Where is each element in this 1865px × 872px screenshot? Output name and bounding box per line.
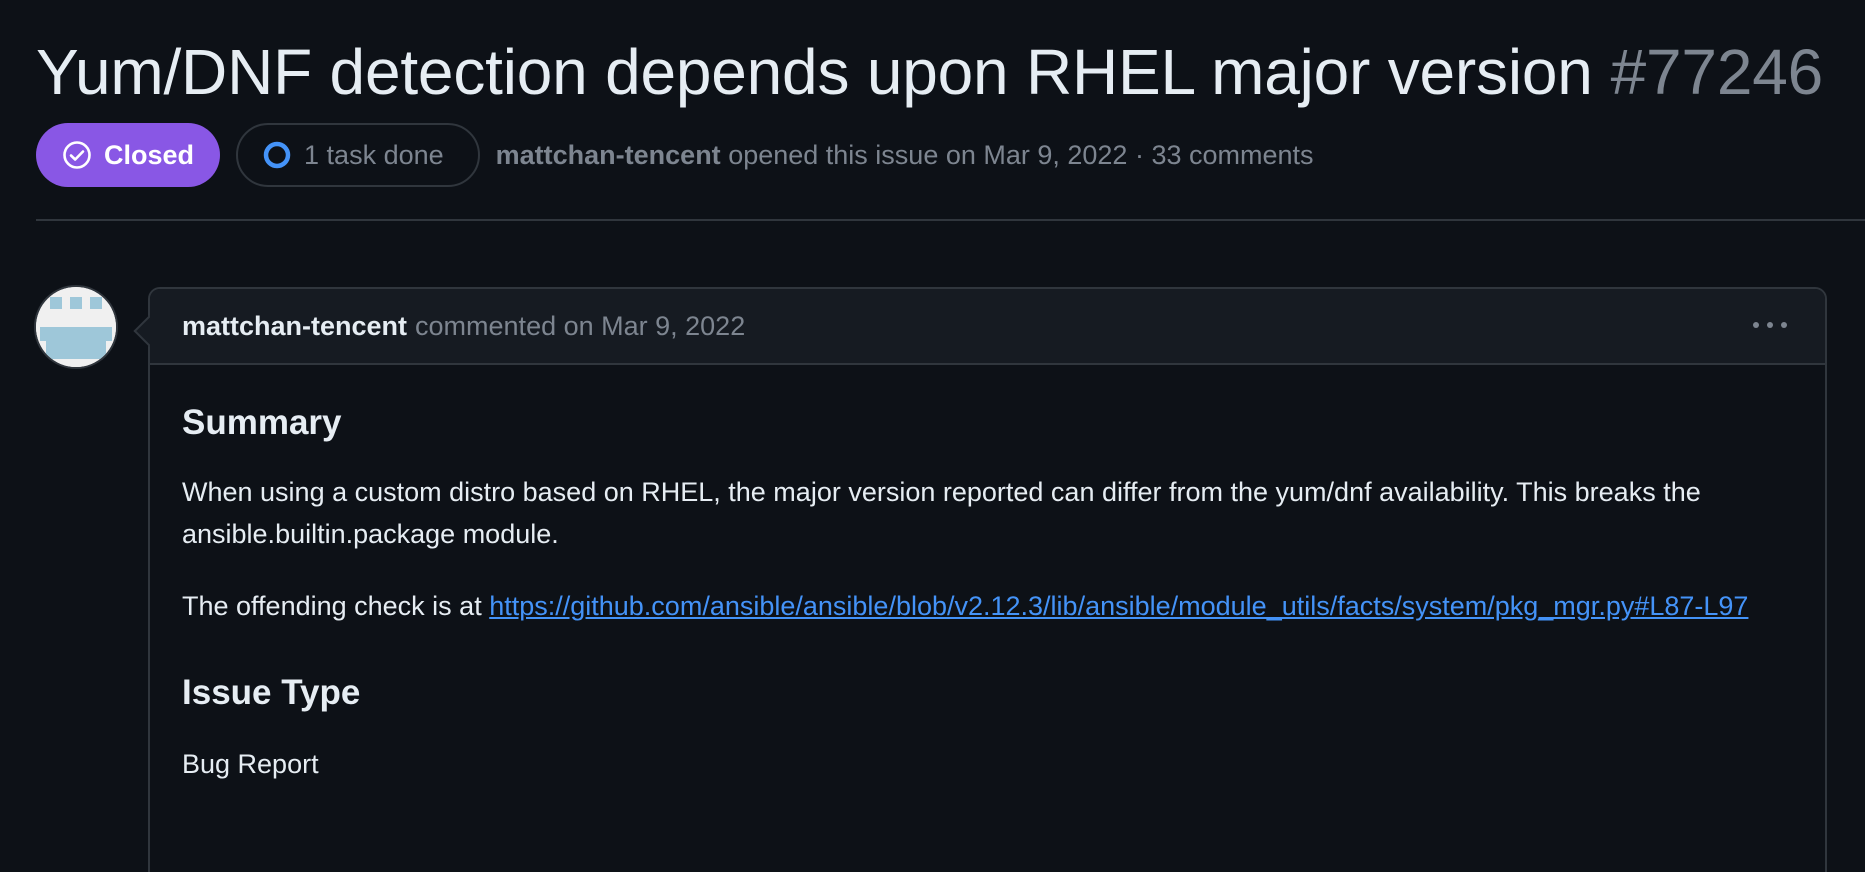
comment-timestamp[interactable]: commented on Mar 9, 2022 [415, 311, 745, 342]
task-label: 1 task done [304, 139, 444, 170]
issue-title: Yum/DNF detection depends upon RHEL majo… [36, 36, 1593, 108]
issue-comment: mattchan-tencent commented on Mar 9, 202… [133, 287, 1827, 872]
task-progress-icon [263, 141, 291, 169]
summary-text: When using a custom distro based on RHEL… [182, 477, 1701, 549]
state-label: Closed [104, 139, 195, 170]
avatar[interactable] [36, 287, 116, 367]
identicon-avatar [36, 287, 116, 367]
offending-check-link[interactable]: https://github.com/ansible/ansible/blob/… [489, 591, 1748, 621]
issue-meta-row: Closed 1 task done mattchan-tencent open… [36, 123, 1314, 187]
issue-type-heading: Issue Type [182, 673, 361, 712]
issue-title-row: Yum/DNF detection depends upon RHEL majo… [36, 30, 1823, 114]
issue-page: Yum/DNF detection depends upon RHEL majo… [0, 0, 1865, 872]
summary-heading: Summary [182, 403, 342, 442]
comment-header: mattchan-tencent commented on Mar 9, 202… [150, 289, 1825, 365]
task-progress[interactable]: 1 task done [236, 123, 480, 187]
kebab-horizontal-icon[interactable] [1753, 315, 1787, 335]
issue-number: #77246 [1610, 36, 1824, 108]
issue-type-text: Bug Report [182, 749, 319, 779]
issue-author-link[interactable]: mattchan-tencent [496, 140, 721, 170]
state-badge: Closed [36, 123, 221, 187]
offending-check-prefix: The offending check is at [182, 591, 490, 621]
comment-body: Summary When using a custom distro based… [150, 365, 1825, 785]
issue-opened-meta: mattchan-tencent opened this issue on Ma… [496, 140, 1314, 171]
check-circle-icon [63, 141, 91, 169]
comment-author[interactable]: mattchan-tencent [182, 311, 407, 342]
header-divider [36, 219, 1865, 221]
issue-opened-text: opened this issue on Mar 9, 2022 · 33 co… [728, 139, 1314, 170]
offending-check-paragraph: The offending check is at https://github… [182, 585, 1793, 627]
